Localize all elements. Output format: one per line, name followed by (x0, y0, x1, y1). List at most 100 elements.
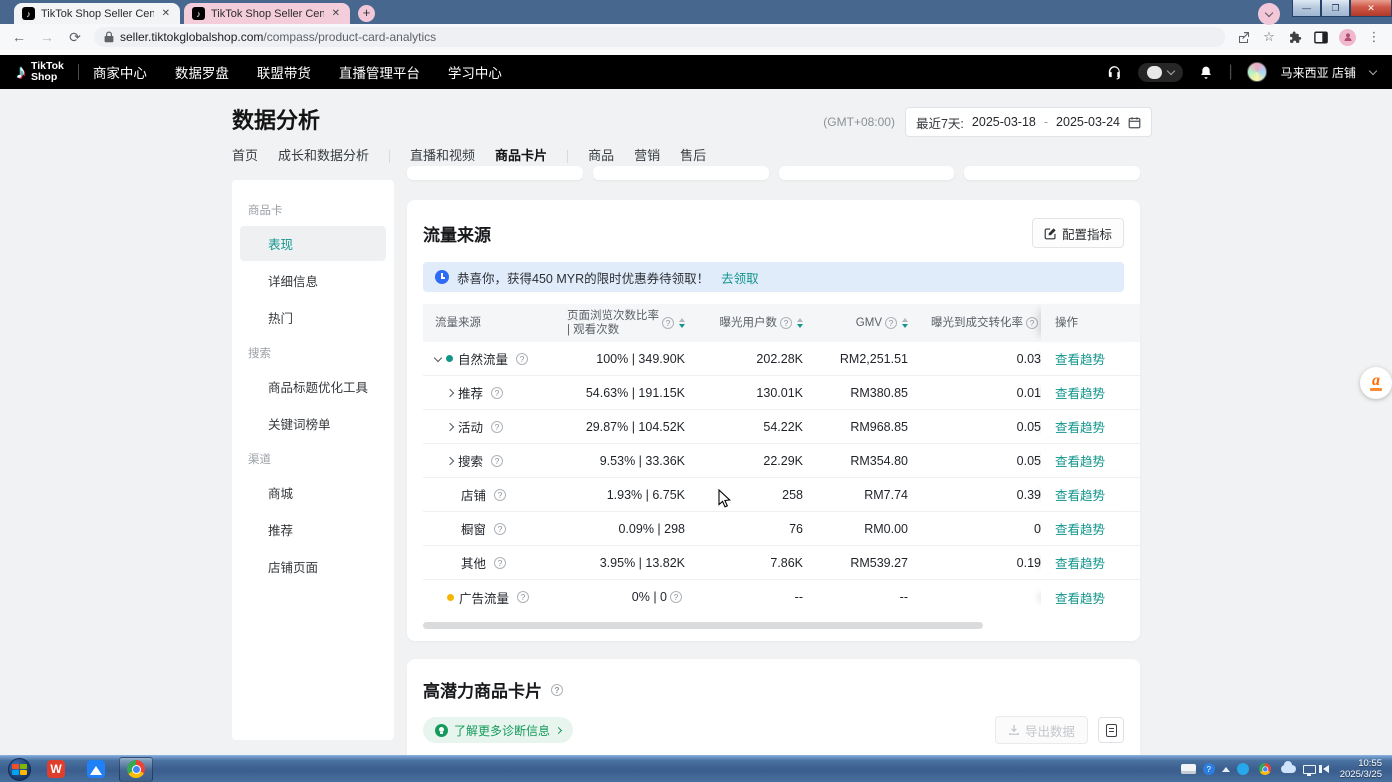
info-icon[interactable]: ? (494, 523, 506, 535)
tab-search-button[interactable] (1258, 3, 1280, 25)
share-icon[interactable] (1235, 29, 1251, 45)
source-name: 推荐 (458, 383, 483, 402)
info-icon[interactable]: ? (780, 317, 792, 329)
info-icon[interactable]: ? (1026, 317, 1038, 329)
sidebar-item-关键词榜单[interactable]: 关键词榜单 (240, 406, 386, 441)
info-icon[interactable]: ? (662, 317, 674, 329)
reload-icon[interactable]: ⟳ (66, 29, 84, 46)
view-trend-link[interactable]: 查看趋势 (1055, 519, 1105, 538)
info-icon[interactable]: ? (516, 353, 528, 365)
browser-tab[interactable]: ♪TikTok Shop Seller Center | Cre✕ (14, 3, 180, 24)
metric-card[interactable] (964, 166, 1140, 180)
view-trend-link[interactable]: 查看趋势 (1055, 588, 1105, 607)
profile-avatar[interactable] (1339, 29, 1356, 46)
tray-chrome-icon[interactable] (1259, 763, 1271, 775)
configure-metrics-button[interactable]: 配置指标 (1032, 218, 1124, 248)
taskbar-clock[interactable]: 10:55 2025/3/25 (1336, 758, 1388, 781)
report-list-button[interactable] (1098, 717, 1124, 743)
headset-icon[interactable] (1106, 63, 1124, 81)
info-icon[interactable]: ? (885, 317, 897, 329)
sidebar-item-热门[interactable]: 热门 (240, 300, 386, 335)
scrollbar-thumb[interactable] (423, 622, 983, 629)
info-icon[interactable]: ? (491, 387, 503, 399)
shop-avatar[interactable] (1247, 62, 1267, 82)
column-header-曝光用户数[interactable]: 曝光用户数? (685, 304, 803, 342)
sidebar-item-商城[interactable]: 商城 (240, 475, 386, 510)
info-icon[interactable]: ? (491, 455, 503, 467)
action-cell: 查看趋势 (1041, 519, 1140, 538)
site-nav-item[interactable]: 数据罗盘 (175, 62, 229, 82)
taskbar-wps-icon[interactable]: W (39, 757, 73, 782)
horizontal-scrollbar[interactable] (423, 622, 1124, 629)
view-trend-link[interactable]: 查看趋势 (1055, 349, 1105, 368)
tab-close-icon[interactable]: ✕ (160, 8, 172, 19)
date-range-picker[interactable]: 最近7天: 2025-03-18 - 2025-03-24 (905, 107, 1152, 137)
action-cell: 查看趋势 (1041, 588, 1140, 607)
tab-首页[interactable]: 首页 (232, 145, 258, 175)
info-icon[interactable]: ? (494, 489, 506, 501)
extensions-puzzle-icon[interactable] (1287, 29, 1303, 45)
expand-caret-icon[interactable] (446, 456, 454, 464)
tab-成长和数据分析[interactable]: 成长和数据分析 (278, 145, 369, 175)
view-trend-link[interactable]: 查看趋势 (1055, 451, 1105, 470)
site-nav-item[interactable]: 商家中心 (93, 62, 147, 82)
claim-coupon-link[interactable]: 去领取 (721, 268, 759, 287)
view-trend-link[interactable]: 查看趋势 (1055, 417, 1105, 436)
info-icon[interactable]: ? (551, 684, 563, 696)
expand-caret-icon[interactable] (446, 422, 454, 430)
gmv-cell: RM380.85 (803, 386, 908, 400)
network-icon[interactable] (1303, 765, 1316, 774)
language-selector[interactable] (1138, 63, 1183, 82)
notifications-bell-icon[interactable] (1197, 63, 1215, 81)
volume-icon[interactable] (1323, 765, 1329, 773)
taskbar-chrome-icon[interactable] (119, 757, 153, 782)
floating-chat-badge[interactable]: a (1360, 367, 1392, 399)
tray-app-icon[interactable] (1237, 763, 1249, 775)
side-panel-icon[interactable] (1313, 29, 1329, 45)
taskbar-mountain-app-icon[interactable] (79, 757, 113, 782)
tab-close-icon[interactable]: ✕ (330, 8, 342, 19)
view-trend-link[interactable]: 查看趋势 (1055, 485, 1105, 504)
metric-card[interactable] (779, 166, 955, 180)
expand-caret-icon[interactable] (446, 388, 454, 396)
input-method-icon[interactable] (1181, 764, 1196, 774)
window-close-button[interactable]: ✕ (1350, 0, 1392, 17)
shop-name[interactable]: 马来西亚 店铺 (1281, 64, 1356, 81)
site-nav-item[interactable]: 学习中心 (448, 62, 502, 82)
forward-icon[interactable]: → (38, 29, 56, 45)
show-hidden-icons[interactable] (1222, 767, 1230, 772)
sidebar-item-表现[interactable]: 表现 (240, 226, 386, 261)
window-maximize-button[interactable]: ❐ (1321, 0, 1350, 17)
onedrive-cloud-icon[interactable] (1281, 765, 1296, 773)
site-nav-item[interactable]: 直播管理平台 (339, 62, 420, 82)
windows-taskbar: W ? 10:55 2025/3/25 (0, 755, 1392, 782)
site-nav-item[interactable]: 联盟带货 (257, 62, 311, 82)
diagnosis-info-link[interactable]: 了解更多诊断信息 (423, 717, 573, 743)
bookmark-star-icon[interactable]: ☆ (1261, 29, 1277, 45)
sidebar-item-推荐[interactable]: 推荐 (240, 512, 386, 547)
window-minimize-button[interactable]: — (1292, 0, 1321, 17)
help-icon[interactable]: ? (1203, 763, 1215, 775)
sidebar-item-商品标题优化工具[interactable]: 商品标题优化工具 (240, 369, 386, 404)
tiktok-shop-logo[interactable]: ♪ TikTokShop (16, 61, 64, 84)
back-icon[interactable]: ← (10, 29, 28, 45)
info-icon[interactable]: ? (670, 591, 682, 603)
start-button[interactable] (8, 758, 31, 781)
view-trend-link[interactable]: 查看趋势 (1055, 383, 1105, 402)
browser-menu-icon[interactable]: ⋮ (1366, 29, 1382, 45)
sidebar-item-店铺页面[interactable]: 店铺页面 (240, 549, 386, 584)
column-header-页面浏览次数比率 | 观看次数[interactable]: 页面浏览次数比率 | 观看次数? (563, 304, 685, 342)
info-icon[interactable]: ? (517, 591, 529, 603)
collapse-caret-icon[interactable] (434, 353, 442, 361)
new-tab-button[interactable]: + (358, 5, 375, 22)
metric-card[interactable] (593, 166, 769, 180)
sidebar-item-详细信息[interactable]: 详细信息 (240, 263, 386, 298)
browser-tab[interactable]: ♪TikTok Shop Seller Center | Cre✕ (184, 3, 350, 24)
column-header-GMV[interactable]: GMV? (803, 304, 908, 342)
info-icon[interactable]: ? (494, 557, 506, 569)
metric-card[interactable] (407, 166, 583, 180)
url-bar[interactable]: seller.tiktokglobalshop.com/compass/prod… (94, 27, 1225, 47)
view-trend-link[interactable]: 查看趋势 (1055, 553, 1105, 572)
export-data-button[interactable]: 导出数据 (995, 716, 1088, 744)
info-icon[interactable]: ? (491, 421, 503, 433)
